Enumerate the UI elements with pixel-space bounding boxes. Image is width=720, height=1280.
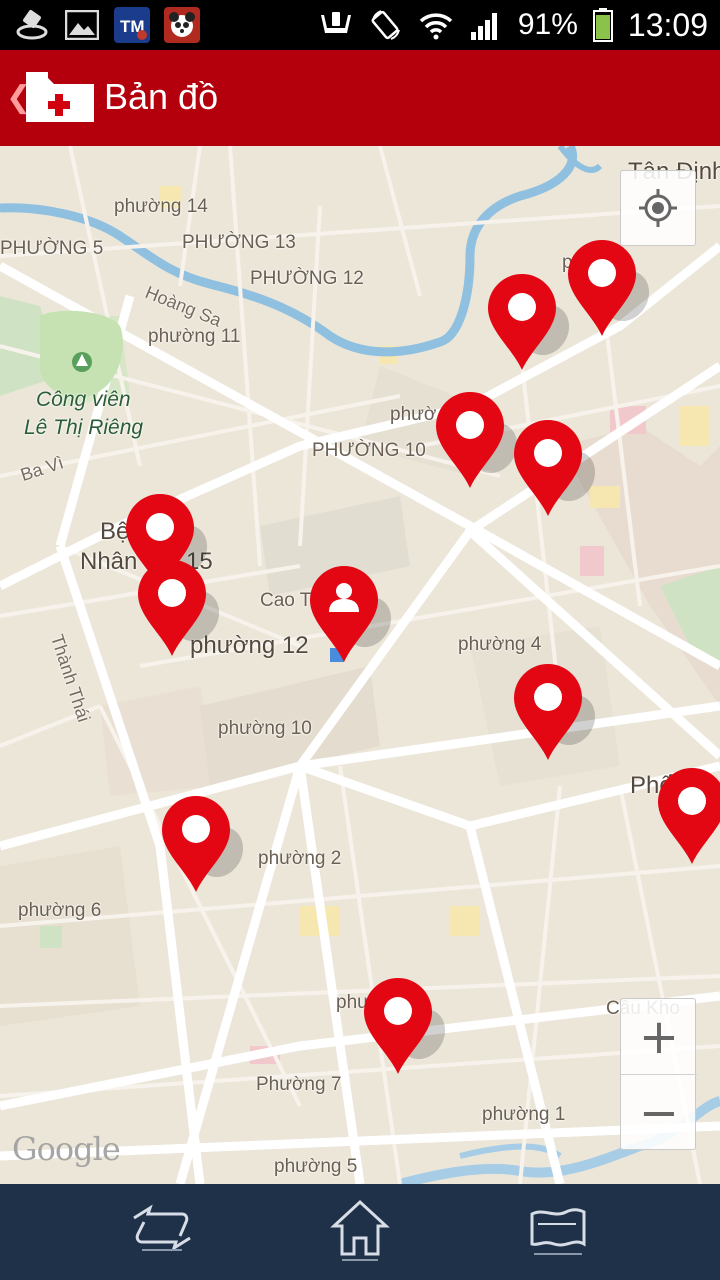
map-pin[interactable] <box>160 794 244 894</box>
map-label: phường 11 <box>148 326 241 347</box>
map-label: phường 5 <box>274 1156 358 1177</box>
map-label: phường 4 <box>458 634 542 655</box>
notification-icons: TM <box>14 6 200 44</box>
battery-icon <box>592 7 614 43</box>
map-card-nav-button[interactable] <box>518 1194 598 1270</box>
map-label: PHƯỜNG 13 <box>182 232 296 253</box>
map-card-icon <box>530 1208 586 1255</box>
map-label: Lê Thị Riêng <box>24 416 144 439</box>
map-pin[interactable] <box>566 238 650 338</box>
map-label: PHƯỜNG 5 <box>0 238 104 259</box>
map-label: PHƯỜNG 12 <box>250 268 364 289</box>
home-nav-button[interactable] <box>320 1194 400 1270</box>
map-pin[interactable] <box>136 558 220 658</box>
user-location-pin[interactable] <box>308 564 392 664</box>
zoom-out-button[interactable]: − <box>621 1075 697 1151</box>
wifi-icon <box>418 7 454 43</box>
back-arrow-icon <box>133 1204 191 1252</box>
gallery-icon <box>64 7 100 43</box>
map-label: Phường 7 <box>256 1074 342 1095</box>
map-label: phường 10 <box>218 718 312 739</box>
map-view[interactable]: Tân Định phường 14 PHƯỜNG 5 PHƯỜNG 13 PH… <box>0 146 720 1184</box>
home-icon <box>330 1199 390 1261</box>
map-label: phường 1 <box>482 1104 566 1125</box>
map-label: Công viên <box>36 388 131 411</box>
my-location-button[interactable] <box>620 170 696 246</box>
map-pin[interactable] <box>656 766 720 866</box>
map-label: Cao T <box>260 590 312 611</box>
map-label: phường 14 <box>114 196 208 217</box>
map-label: phường 2 <box>258 848 342 869</box>
page-title: Bản đồ <box>104 76 219 117</box>
zoom-in-button[interactable]: + <box>621 999 697 1075</box>
map-label: phường 6 <box>18 900 102 921</box>
map-pin[interactable] <box>512 418 596 518</box>
my-location-icon <box>639 189 677 227</box>
first-aid-folder-icon[interactable] <box>24 72 96 124</box>
vibrate-icon <box>318 7 354 43</box>
rotate-icon <box>368 7 404 43</box>
gps-signal-icon <box>14 7 50 43</box>
map-label: phườ <box>390 404 437 425</box>
bottom-nav <box>0 1184 720 1280</box>
map-pin[interactable] <box>362 976 446 1076</box>
app-header: ❮ Bản đồ <box>0 50 720 146</box>
zoom-controls: + − <box>620 998 697 1151</box>
panda-app-icon <box>164 7 200 43</box>
map-pin[interactable] <box>486 272 570 372</box>
clock: 13:09 <box>627 6 708 43</box>
battery-percent: 91% <box>517 8 578 41</box>
map-pin[interactable] <box>512 662 596 762</box>
tm-app-icon: TM <box>114 7 150 43</box>
status-bar: TM 91% 13:09 <box>0 0 720 50</box>
back-nav-button[interactable] <box>122 1194 202 1270</box>
signal-icon <box>468 7 504 43</box>
map-label: PHƯỜNG 10 <box>312 440 426 461</box>
map-pin[interactable] <box>434 390 518 490</box>
google-attribution: Google <box>12 1130 121 1168</box>
system-tray: 91% 13:09 <box>318 0 708 50</box>
